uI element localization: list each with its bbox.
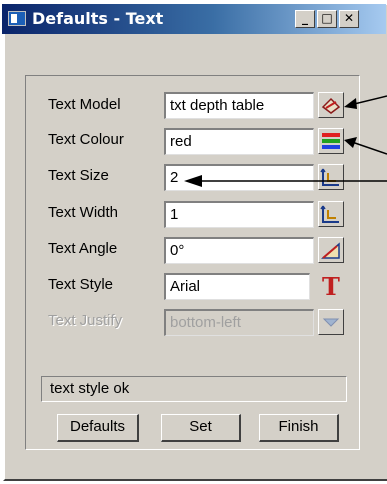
arrow-colour	[351, 141, 387, 155]
annotation-arrows	[184, 95, 387, 187]
